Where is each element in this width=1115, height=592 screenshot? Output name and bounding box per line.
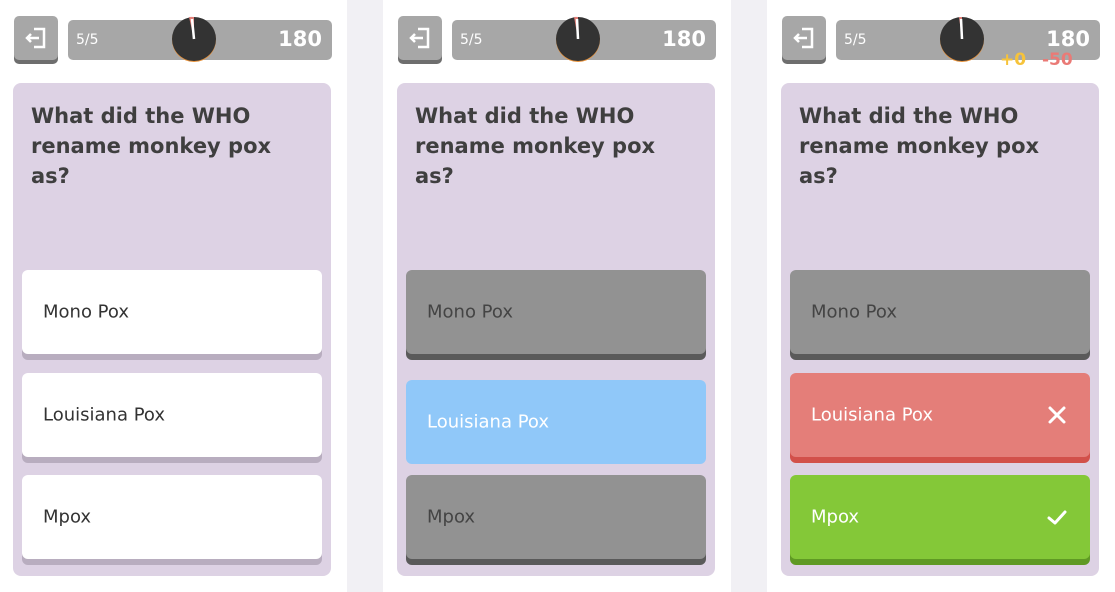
- quiz-screen-2: 5/5 180 What did the WHO rename monkey p…: [384, 0, 731, 592]
- question-card: What did the WHO rename monkey pox as? M…: [397, 83, 715, 576]
- timer-dial-icon: [940, 16, 984, 62]
- answer-option[interactable]: Mono Pox: [22, 270, 322, 354]
- answer-option-correct[interactable]: Mpox: [790, 475, 1090, 559]
- answer-label: Mpox: [427, 506, 476, 528]
- answer-option[interactable]: Mpox: [22, 475, 322, 559]
- question-text: What did the WHO rename monkey pox as?: [31, 104, 272, 188]
- timer-dial-icon: [556, 16, 600, 62]
- exit-icon: [25, 27, 46, 49]
- quiz-screen-1: 5/5 180 What did the WHO rename monkey p…: [0, 0, 347, 592]
- exit-button[interactable]: [782, 16, 826, 60]
- score-value: 180: [1046, 27, 1090, 51]
- answer-label: Mono Pox: [43, 301, 130, 323]
- score-value: 180: [662, 27, 706, 51]
- question-card: What did the WHO rename monkey pox as? M…: [781, 83, 1099, 576]
- answer-option[interactable]: Mono Pox: [406, 270, 706, 354]
- question-progress: 5/5: [844, 32, 867, 48]
- answer-label: Louisiana Pox: [811, 404, 934, 426]
- exit-button[interactable]: [398, 16, 442, 60]
- answer-label: Louisiana Pox: [43, 404, 166, 426]
- status-bar: 5/5 180: [452, 16, 716, 62]
- answer-label: Mpox: [43, 506, 92, 528]
- quiz-screen-3: 5/5 180 +0 -50 What did the WHO rename m…: [768, 0, 1115, 592]
- answer-label: Mono Pox: [811, 301, 898, 323]
- answer-label: Louisiana Pox: [427, 411, 550, 433]
- status-bar: 5/5 180 +0 -50: [836, 16, 1100, 70]
- timer-dial-icon: [172, 16, 216, 62]
- exit-icon: [793, 27, 814, 49]
- answer-option[interactable]: Louisiana Pox: [22, 373, 322, 457]
- question-text: What did the WHO rename monkey pox as?: [799, 104, 1040, 188]
- exit-icon: [409, 27, 430, 49]
- question-progress: 5/5: [76, 32, 99, 48]
- question-progress: 5/5: [460, 32, 483, 48]
- answer-label: Mono Pox: [427, 301, 514, 323]
- answer-option[interactable]: Mpox: [406, 475, 706, 559]
- score-penalty: -50: [1042, 50, 1073, 70]
- check-icon: [1047, 510, 1067, 525]
- score-bonus: +0: [1000, 50, 1027, 70]
- answer-option-wrong[interactable]: Louisiana Pox: [790, 373, 1090, 457]
- answer-option[interactable]: Mono Pox: [790, 270, 1090, 354]
- status-bar: 5/5 180: [68, 16, 332, 62]
- question-card: What did the WHO rename monkey pox as? M…: [13, 83, 331, 576]
- answer-label: Mpox: [811, 506, 860, 528]
- answer-option-selected[interactable]: Louisiana Pox: [406, 380, 706, 464]
- question-text: What did the WHO rename monkey pox as?: [415, 104, 656, 188]
- score-value: 180: [278, 27, 322, 51]
- exit-button[interactable]: [14, 16, 58, 60]
- cross-icon: [1048, 406, 1066, 424]
